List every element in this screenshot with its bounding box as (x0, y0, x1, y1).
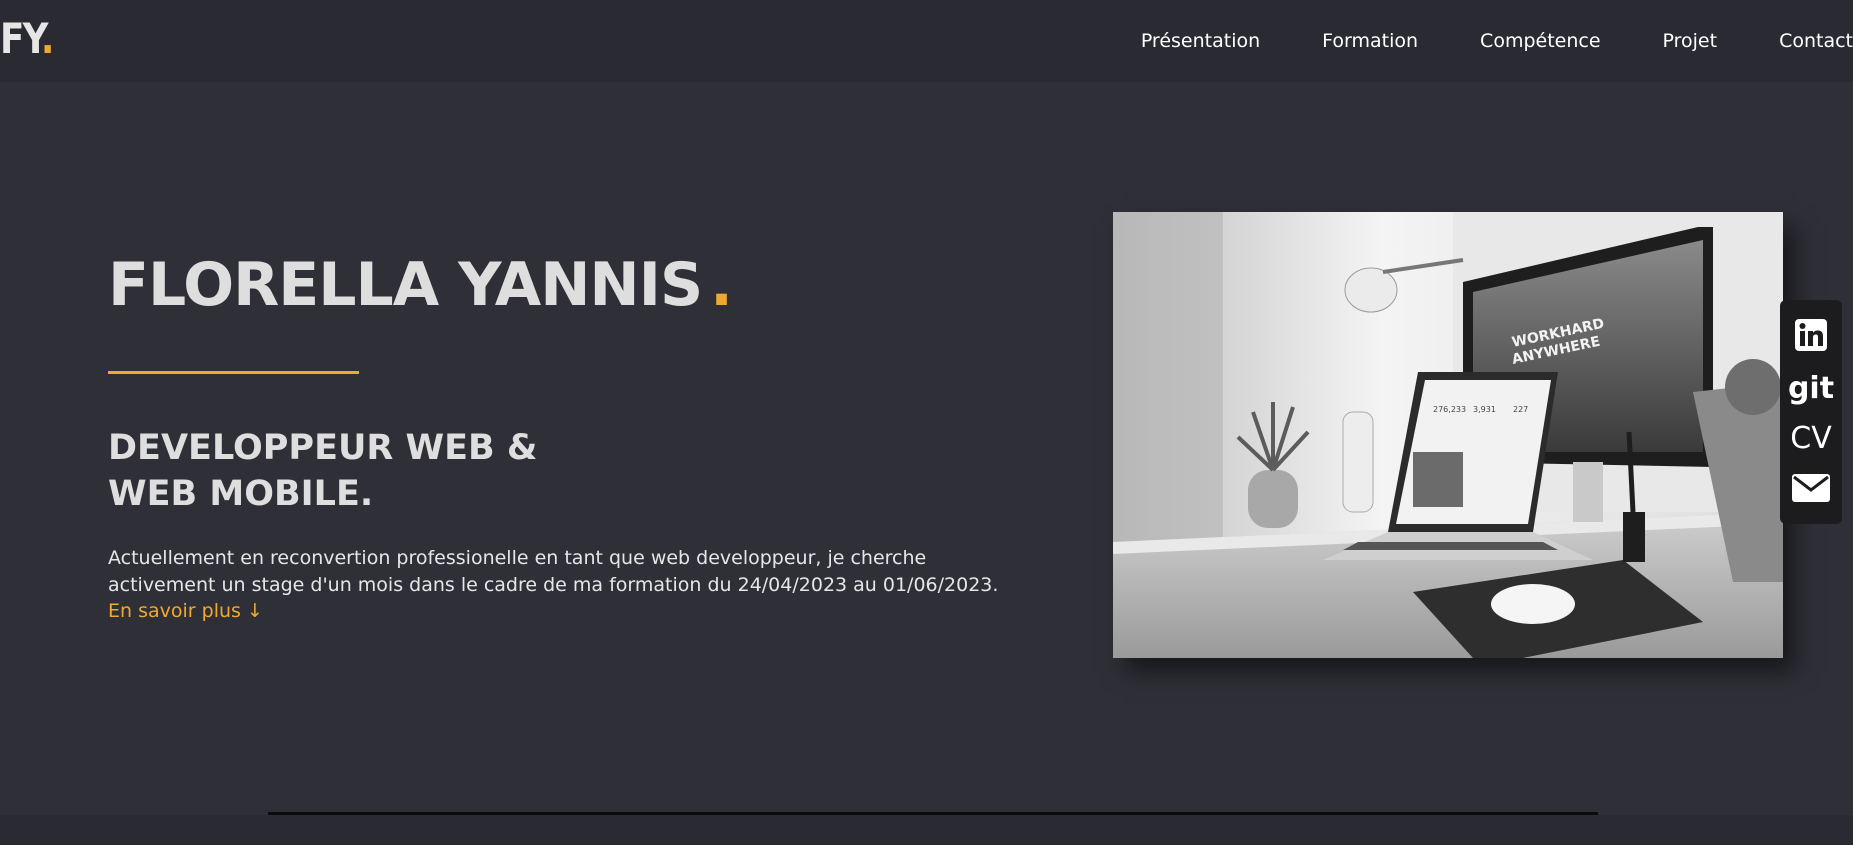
nav-link-presentation[interactable]: Présentation (1141, 0, 1260, 82)
nav-link-projet[interactable]: Projet (1663, 0, 1718, 82)
top-navbar: FY. Présentation Formation Compétence Pr… (0, 0, 1853, 82)
nav-link-contact[interactable]: Contact (1779, 0, 1853, 82)
brand-letters: FY (0, 14, 43, 63)
linkedin-icon[interactable] (1794, 318, 1828, 355)
social-sidebar: git CV (1780, 300, 1842, 524)
laptop-stat-2: 3,931 (1473, 405, 1496, 414)
cv-link[interactable]: CV (1790, 423, 1831, 454)
hero-description: Actuellement en reconvertion professione… (108, 547, 999, 596)
main-nav: Présentation Formation Compétence Projet… (1141, 0, 1853, 82)
section-divider-line (268, 812, 1598, 815)
nav-link-competence[interactable]: Compétence (1480, 0, 1600, 82)
accent-divider (108, 371, 359, 374)
hero-subtitle-line1: DEVELOPPEUR WEB & (108, 428, 538, 468)
envelope-icon[interactable] (1791, 473, 1831, 506)
hero-name-dot: . (710, 250, 733, 320)
workspace-photo: WORKHARD ANYWHERE 276,233 3,931 227 (1113, 212, 1783, 658)
hero-subtitle: DEVELOPPEUR WEB & WEB MOBILE. (108, 425, 537, 517)
git-link[interactable]: git (1788, 374, 1834, 404)
hero-name-text: FLORELLA YANNIS (108, 250, 703, 320)
nav-link-formation[interactable]: Formation (1322, 0, 1418, 82)
laptop-stat-1: 276,233 (1433, 405, 1466, 414)
brand-dot: . (40, 14, 55, 63)
brand-logo[interactable]: FY. (0, 0, 55, 82)
hero-name: FLORELLA YANNIS. (108, 250, 733, 320)
next-section-edge (0, 815, 1853, 845)
laptop-stat-3: 227 (1513, 405, 1528, 414)
learn-more-link[interactable]: En savoir plus ↓ (108, 600, 263, 622)
hero-subtitle-line2: WEB MOBILE. (108, 474, 374, 514)
